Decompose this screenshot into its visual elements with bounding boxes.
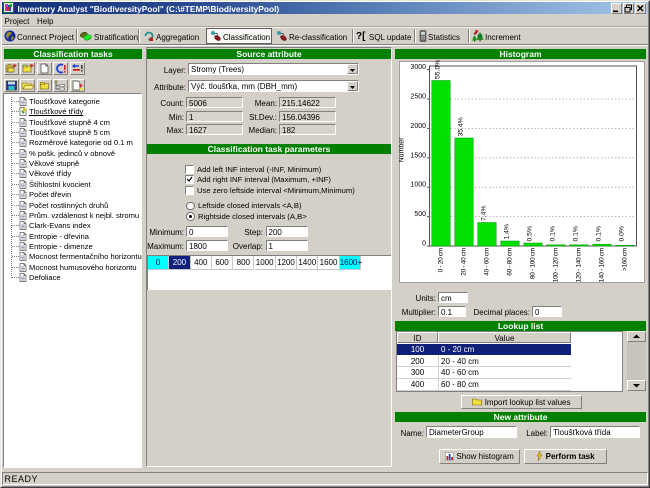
svg-text:0.1%: 0.1% bbox=[550, 226, 557, 242]
svg-text:500: 500 bbox=[414, 211, 426, 218]
svg-text:120 - 140 cm: 120 - 140 cm bbox=[576, 248, 583, 282]
svg-text:0.5%: 0.5% bbox=[527, 226, 534, 242]
svg-text:0 - 20 cm: 0 - 20 cm bbox=[438, 248, 445, 272]
svg-text:7.4%: 7.4% bbox=[481, 206, 488, 222]
svg-text:55.0%: 55.0% bbox=[435, 60, 442, 79]
svg-text:35.4%: 35.4% bbox=[458, 117, 465, 136]
svg-text:1000: 1000 bbox=[410, 182, 426, 189]
svg-text:1.4%: 1.4% bbox=[504, 224, 511, 240]
svg-text:140 - 160 cm: 140 - 160 cm bbox=[599, 248, 606, 282]
svg-text:0.0%: 0.0% bbox=[619, 226, 626, 242]
svg-text:0.1%: 0.1% bbox=[573, 226, 580, 242]
svg-text:20 - 40 cm: 20 - 40 cm bbox=[461, 248, 468, 276]
svg-text:0.1%: 0.1% bbox=[596, 226, 603, 242]
svg-text:Number: Number bbox=[399, 137, 406, 163]
svg-text:60 - 80 cm: 60 - 80 cm bbox=[507, 248, 514, 276]
svg-text:2000: 2000 bbox=[410, 123, 426, 130]
svg-text:>160 cm: >160 cm bbox=[622, 248, 629, 271]
svg-text:2500: 2500 bbox=[410, 94, 426, 101]
svg-text:1500: 1500 bbox=[410, 152, 426, 159]
svg-text:80 - 100 cm: 80 - 100 cm bbox=[530, 248, 537, 279]
svg-text:0: 0 bbox=[422, 241, 426, 248]
svg-text:40 - 60 cm: 40 - 60 cm bbox=[484, 248, 491, 276]
svg-text:3000: 3000 bbox=[410, 64, 426, 71]
svg-text:100 - 120 cm: 100 - 120 cm bbox=[553, 248, 560, 282]
